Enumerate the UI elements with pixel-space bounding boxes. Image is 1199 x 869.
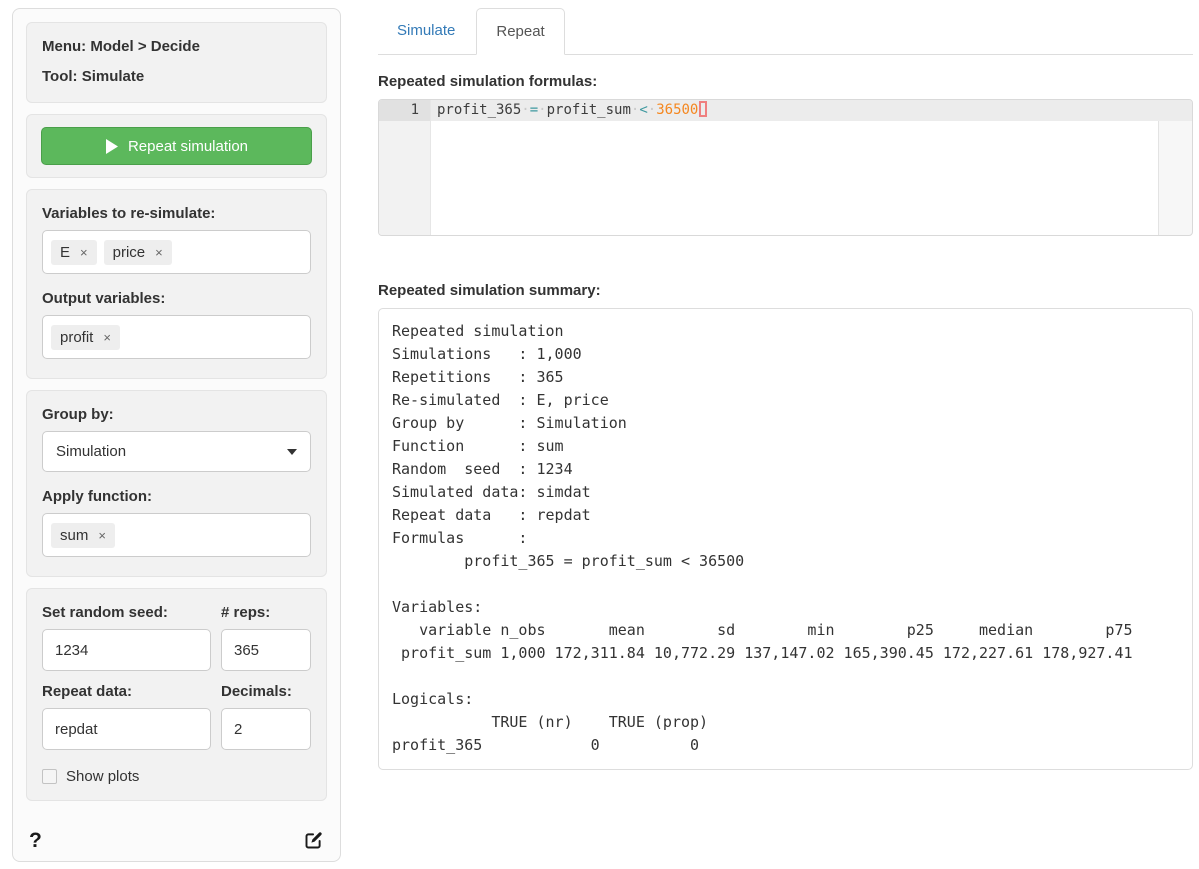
apply-function-input[interactable]: sum × [42, 513, 311, 557]
show-plots-row: Show plots [42, 768, 311, 785]
run-panel: Repeat simulation [26, 114, 327, 178]
tag-label: E [60, 244, 70, 261]
tag-label: sum [60, 527, 88, 544]
tab-repeat[interactable]: Repeat [476, 8, 564, 55]
group-by-label: Group by: [42, 406, 311, 423]
editor-cursor [699, 101, 707, 117]
group-by-selected-value: Simulation [56, 443, 126, 460]
formula-editor[interactable]: 1 profit_365·=·profit_sum·<·36500 [378, 99, 1193, 236]
help-icon[interactable]: ? [29, 830, 42, 851]
selected-tag-E[interactable]: E× [51, 240, 97, 265]
sidebar-footer: ? [26, 824, 327, 851]
show-plots-checkbox[interactable] [42, 769, 57, 784]
show-plots-label: Show plots [66, 768, 139, 785]
reps-input[interactable] [221, 629, 311, 671]
summary-label: Repeated simulation summary: [378, 282, 1193, 299]
space-dot: · [538, 102, 546, 118]
menu-info-panel: Menu: Model > Decide Tool: Simulate [26, 22, 327, 103]
remove-tag-icon[interactable]: × [103, 331, 111, 344]
tag-label: price [113, 244, 146, 261]
edit-report-icon[interactable] [303, 830, 324, 851]
code-token: < [639, 102, 647, 118]
code-token: profit_sum [547, 102, 631, 118]
code-token: 36500 [656, 102, 698, 118]
code-token: profit_365 [437, 102, 521, 118]
random-seed-label: Set random seed: [42, 604, 211, 621]
editor-code-area[interactable]: profit_365·=·profit_sum·<·36500 [431, 100, 1192, 235]
play-icon [105, 139, 118, 154]
grouping-panel: Group by: Simulation Apply function: sum… [26, 390, 327, 577]
selected-tag-profit[interactable]: profit × [51, 325, 120, 350]
summary-output: Repeated simulation Simulations : 1,000 … [378, 308, 1193, 770]
output-vars-input[interactable]: profit × [42, 315, 311, 359]
tab-simulate[interactable]: Simulate [378, 8, 474, 54]
repeat-simulation-button-label: Repeat simulation [128, 138, 248, 155]
tag-label: profit [60, 329, 93, 346]
tab-bar: Simulate Repeat [378, 8, 1193, 55]
selected-tag-price[interactable]: price × [104, 240, 172, 265]
selected-tag-sum[interactable]: sum × [51, 523, 115, 548]
tool-label: Tool: Simulate [42, 68, 311, 85]
repeat-simulation-button[interactable]: Repeat simulation [41, 127, 312, 165]
space-dot: · [648, 102, 656, 118]
main-content: Simulate Repeat Repeated simulation form… [378, 8, 1193, 770]
remove-tag-icon[interactable]: × [155, 246, 163, 259]
menu-breadcrumb: Menu: Model > Decide [42, 38, 311, 55]
remove-tag-icon[interactable]: × [80, 246, 88, 259]
settings-panel: Set random seed: # reps: Repeat data: De… [26, 588, 327, 801]
repeat-data-input[interactable] [42, 708, 211, 750]
editor-line-number: 1 [379, 100, 430, 121]
decimals-input[interactable] [221, 708, 311, 750]
output-vars-label: Output variables: [42, 290, 311, 307]
resimulate-vars-input[interactable]: E×price× [42, 230, 311, 274]
summary-text: Repeated simulation Simulations : 1,000 … [392, 320, 1179, 757]
code-line: profit_365·=·profit_sum·<·36500 [431, 100, 1192, 121]
formulas-label: Repeated simulation formulas: [378, 73, 1193, 90]
random-seed-input[interactable] [42, 629, 211, 671]
caret-down-icon [287, 449, 297, 455]
resimulate-label: Variables to re-simulate: [42, 205, 311, 222]
repeat-data-label: Repeat data: [42, 683, 211, 700]
code-token: = [530, 102, 538, 118]
group-by-select[interactable]: Simulation [42, 431, 311, 472]
sidebar: Menu: Model > Decide Tool: Simulate Repe… [12, 8, 341, 862]
variables-panel: Variables to re-simulate: E×price× Outpu… [26, 189, 327, 379]
reps-label: # reps: [221, 604, 311, 621]
apply-function-label: Apply function: [42, 488, 311, 505]
editor-gutter: 1 [379, 100, 431, 235]
space-dot: · [521, 102, 529, 118]
decimals-label: Decimals: [221, 683, 311, 700]
remove-tag-icon[interactable]: × [98, 529, 106, 542]
